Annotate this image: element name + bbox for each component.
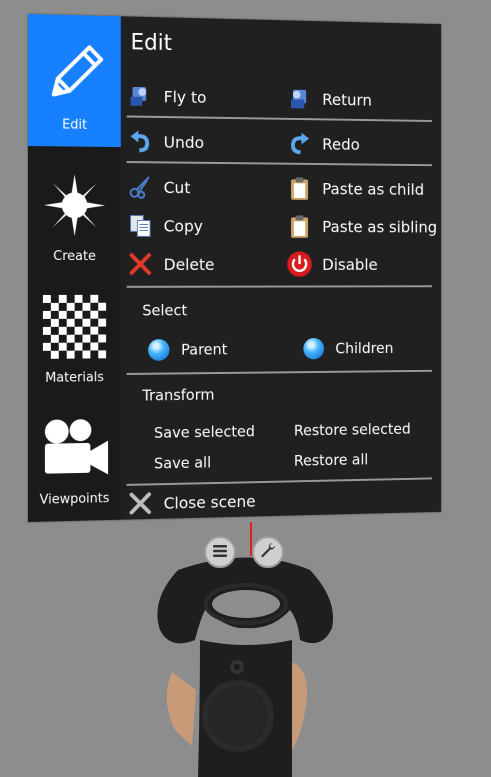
menu-icon [212, 543, 228, 562]
vr-controller [0, 0, 491, 777]
controller-menu-button[interactable] [204, 536, 236, 568]
controller-settings-button[interactable] [252, 536, 284, 568]
controller-body [157, 557, 334, 777]
wrench-icon [260, 542, 276, 562]
vr-scene: Edit Create Materials Viewpoints Edit Fl… [0, 0, 491, 777]
